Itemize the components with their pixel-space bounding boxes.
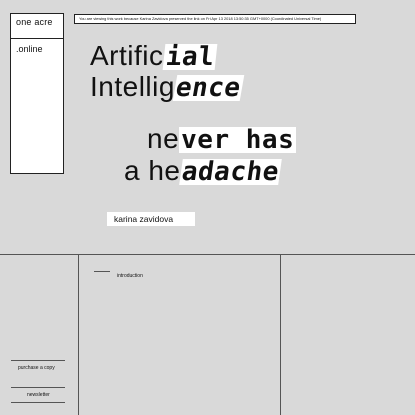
title-line-3-regular: ne [147, 123, 180, 154]
newsletter-bottom-divider [11, 402, 65, 403]
title-line-1-regular: Artific [90, 40, 164, 71]
purchase-divider [11, 360, 65, 361]
logo-box[interactable]: one acre .online [10, 13, 64, 174]
logo-domain: .online [16, 44, 43, 54]
title-line-4-regular: a he [124, 155, 181, 186]
title-line-3: never has [147, 123, 297, 155]
title-line-2: Intelligence [90, 71, 244, 103]
preservation-notice: You are viewing this work because Karina… [74, 14, 356, 24]
title-line-1: Artificial [90, 40, 218, 72]
newsletter-divider [11, 387, 65, 388]
logo-name: one acre [16, 17, 53, 27]
introduction-link[interactable]: introduction [117, 273, 143, 279]
title-line-4: a headache [124, 155, 282, 187]
author-name[interactable]: karina zavidova [107, 212, 195, 226]
footer-column-divider-2 [280, 254, 281, 415]
title-line-2-glitch: ence [172, 73, 244, 103]
footer-column-divider-1 [78, 254, 79, 415]
purchase-link[interactable]: purchase a copy [18, 365, 55, 371]
logo-divider [11, 38, 63, 39]
title-line-1-glitch: ial [162, 42, 218, 72]
title-line-4-glitch: adache [178, 157, 282, 187]
introduction-dash [94, 271, 110, 272]
title-line-2-regular: Intellig [90, 71, 175, 102]
title-line-3-glitch: ver has [179, 125, 297, 155]
newsletter-link[interactable]: newsletter [27, 392, 50, 398]
footer-top-divider [0, 254, 415, 255]
